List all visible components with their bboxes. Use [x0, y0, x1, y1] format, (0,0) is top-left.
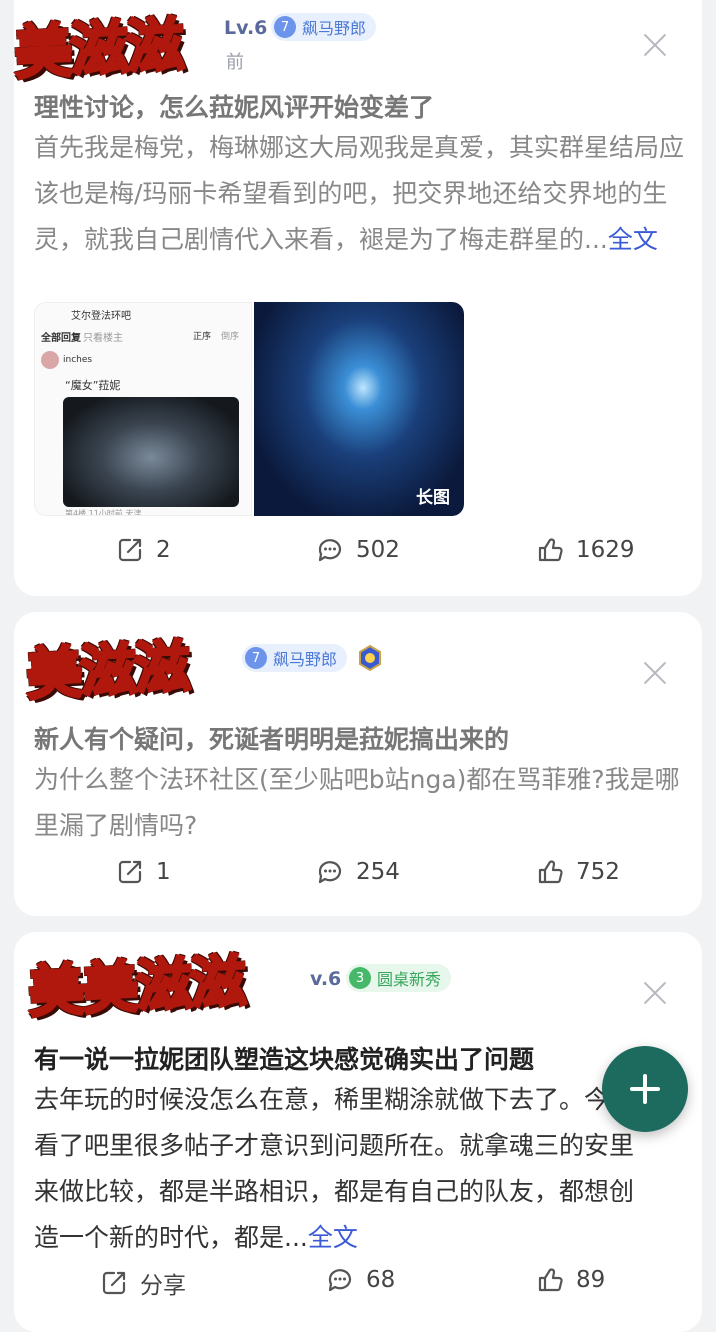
comment-icon [318, 539, 342, 562]
avatar [41, 351, 59, 369]
screenshot-footer: 第4楼 11小时前 天津 [65, 509, 142, 516]
like-count: 89 [576, 1267, 606, 1293]
action-bar: 1 254 752 [14, 858, 702, 898]
sticker-overlay: 美滋滋 [23, 633, 191, 709]
read-more-link[interactable]: 全文 [608, 225, 658, 254]
share-count: 2 [156, 537, 171, 563]
thumbs-up-icon [538, 538, 563, 562]
character-portrait [63, 397, 239, 507]
comment-button[interactable]: 254 [316, 858, 400, 886]
post-title[interactable]: 有一说一拉妮团队塑造这块感觉确实出了问题 [34, 1040, 634, 1076]
badge-label: 圆桌新秀 [377, 970, 442, 989]
forum-name: 艾尔登法环吧 [71, 311, 131, 322]
sort-desc: 倒序 [221, 332, 240, 342]
share-button[interactable]: 2 [116, 536, 171, 564]
badge-level-number: 7 [274, 16, 296, 38]
sticker-overlay: 美滋滋 [11, 9, 185, 89]
post-image-long[interactable]: 长图 [254, 302, 464, 516]
tab-op: 只看楼主 [83, 333, 123, 344]
action-bar: 2 502 1629 [14, 536, 702, 576]
sort-asc: 正序 [193, 332, 212, 342]
screenshot-username: inches [63, 355, 93, 365]
share-icon [118, 860, 142, 884]
share-icon [118, 538, 142, 562]
like-button[interactable]: 1629 [536, 536, 635, 564]
comment-count: 68 [366, 1267, 396, 1293]
share-icon [102, 1271, 126, 1295]
comment-button[interactable]: 68 [326, 1266, 395, 1294]
sticker-overlay: 美美滋滋 [25, 948, 247, 1027]
badge-level-number: 7 [245, 647, 267, 669]
like-count: 1629 [576, 537, 635, 563]
post-image-screenshot[interactable]: 艾尔登法环吧 全部回复 只看楼主 正序 倒序 inches “魔女”菈妮 第4楼… [34, 302, 252, 516]
user-title-badge: 3 圆桌新秀 [346, 964, 452, 992]
comment-icon [318, 861, 342, 884]
share-button[interactable]: 1 [116, 858, 171, 886]
thumbs-up-icon [538, 860, 563, 884]
share-button[interactable]: 分享 [100, 1266, 186, 1300]
close-icon[interactable] [642, 980, 668, 1006]
long-image-label: 长图 [416, 488, 450, 508]
screenshot-caption: “魔女”菈妮 [65, 379, 121, 392]
badge-label: 飙马野郎 [273, 650, 338, 669]
like-button[interactable]: 89 [536, 1266, 605, 1294]
post-card[interactable]: 美美滋滋 v.6 3 圆桌新秀 有一说一拉妮团队塑造这块感觉确实出了问题 去年玩… [14, 932, 702, 1332]
thumbs-up-icon [538, 1268, 563, 1292]
post-body[interactable]: 首先我是梅党，梅琳娜这大局观我是真爱，其实群星结局应该也是梅/玛丽卡希望看到的吧… [34, 125, 686, 263]
comment-count: 254 [356, 859, 400, 885]
read-more-link[interactable]: 全文 [308, 1223, 358, 1252]
post-body[interactable]: 为什么整个法环社区(至少贴吧b站nga)都在骂菲雅?我是哪里漏了剧情吗? [34, 757, 686, 849]
comment-icon [328, 1269, 352, 1292]
post-body[interactable]: 去年玩的时候没怎么在意，稀里糊涂就做下去了。今天看了吧里很多帖子才意识到问题所在… [34, 1077, 654, 1261]
comment-button[interactable]: 502 [316, 536, 400, 564]
close-icon[interactable] [642, 660, 668, 686]
new-post-button[interactable] [602, 1046, 688, 1132]
post-title[interactable]: 新人有个疑问，死诞者明明是菈妮搞出来的 [34, 720, 684, 756]
medal-icon [356, 644, 384, 672]
like-count: 752 [576, 859, 620, 885]
post-title[interactable]: 理性讨论，怎么菈妮风评开始变差了 [34, 88, 684, 124]
user-title-badge: 7 飙马野郎 [242, 644, 348, 672]
comment-count: 502 [356, 537, 400, 563]
tab-all: 全部回复 [41, 333, 81, 344]
action-bar: 分享 68 89 [14, 1266, 702, 1306]
post-card[interactable]: 美滋滋 Lv.6 7 飙马野郎 前 理性讨论，怎么菈妮风评开始变差了 首先我是梅… [11, 0, 702, 596]
share-label: 分享 [140, 1273, 186, 1299]
user-level: v.6 [310, 968, 342, 990]
post-time: 前 [226, 52, 244, 73]
post-card[interactable]: 美滋滋 7 飙马野郎 新人有个疑问，死诞者明明是菈妮搞出来的 为什么整个法环社区… [14, 612, 702, 916]
like-button[interactable]: 752 [536, 858, 620, 886]
badge-level-number: 3 [349, 967, 371, 989]
user-title-badge: 7 飙马野郎 [271, 13, 377, 41]
user-level: Lv.6 [224, 17, 268, 39]
badge-label: 飙马野郎 [302, 19, 367, 38]
close-icon[interactable] [642, 32, 668, 58]
share-count: 1 [156, 859, 171, 885]
